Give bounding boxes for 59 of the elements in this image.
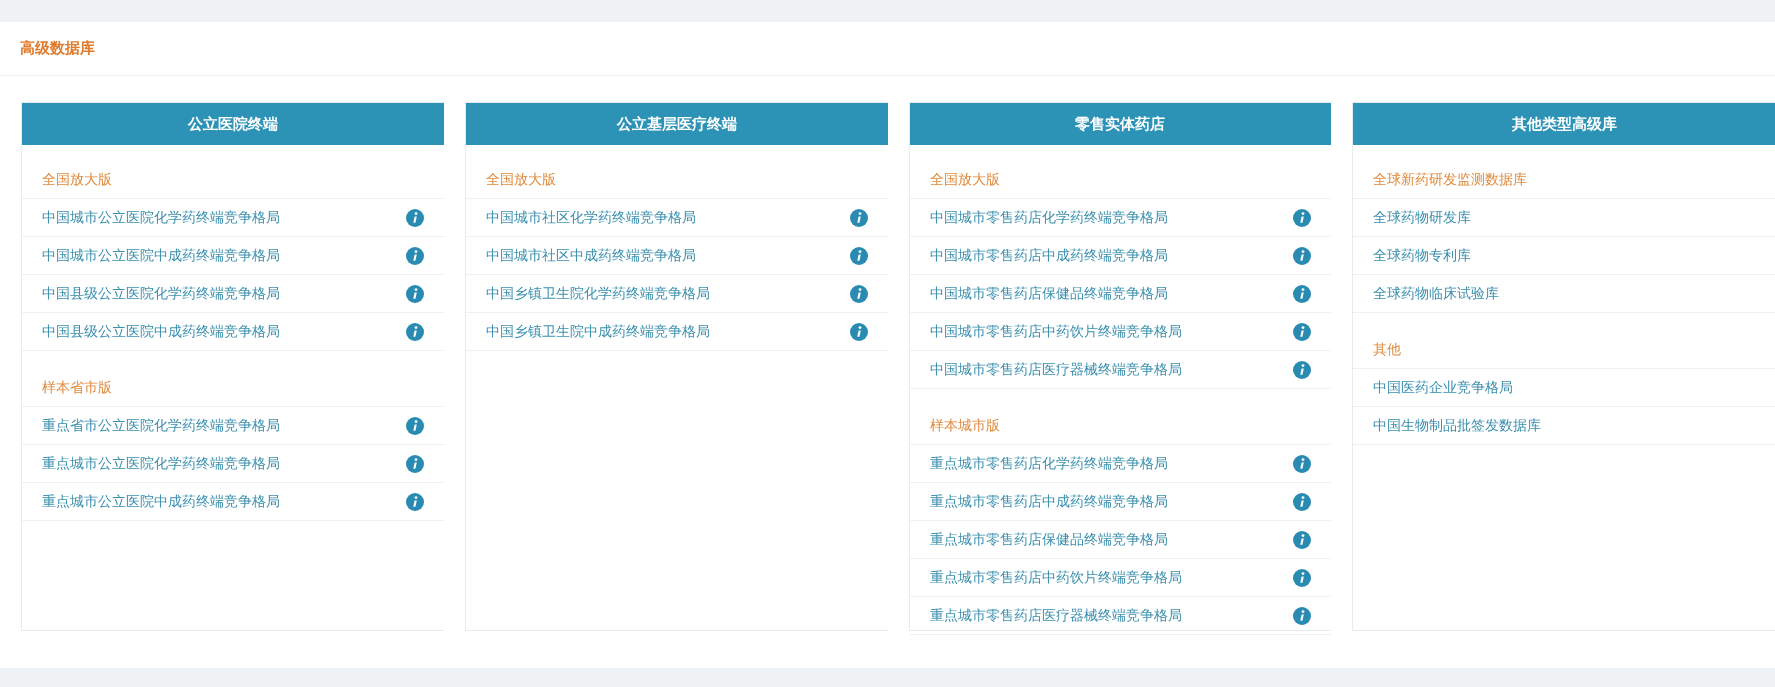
database-link[interactable]: 重点城市公立医院中成药终端竞争格局 bbox=[42, 491, 280, 512]
database-link[interactable]: 重点城市零售药店中成药终端竞争格局 bbox=[929, 491, 1168, 512]
database-link[interactable]: 中国城市社区中成药终端竞争格局 bbox=[485, 245, 696, 266]
info-icon[interactable] bbox=[1293, 322, 1312, 341]
database-link[interactable]: 中国城市零售药店化学药终端竞争格局 bbox=[929, 207, 1168, 228]
section-heading: 全国放大版 bbox=[42, 170, 112, 189]
database-link[interactable]: 中国城市公立医院中成药终端竞争格局 bbox=[42, 245, 280, 266]
database-link[interactable]: 中国乡镇卫生院中成药终端竞争格局 bbox=[485, 321, 710, 342]
database-link[interactable]: 中国城市社区化学药终端竞争格局 bbox=[485, 207, 696, 228]
section-heading: 样本省市版 bbox=[42, 378, 112, 397]
info-icon[interactable] bbox=[849, 208, 868, 227]
database-link[interactable]: 中国城市零售药店保健品终端竞争格局 bbox=[929, 283, 1168, 304]
info-icon[interactable] bbox=[405, 284, 424, 303]
info-icon[interactable] bbox=[405, 454, 424, 473]
info-icon[interactable] bbox=[405, 208, 424, 227]
section-heading: 样本城市版 bbox=[929, 416, 1000, 435]
info-icon[interactable] bbox=[1293, 454, 1312, 473]
category-header: 其他类型高级库 bbox=[1353, 103, 1775, 145]
info-icon[interactable] bbox=[1293, 568, 1312, 587]
database-link[interactable]: 中国生物制品批签发数据库 bbox=[1373, 415, 1542, 436]
info-icon[interactable] bbox=[1293, 360, 1312, 379]
info-icon[interactable] bbox=[1293, 284, 1312, 303]
category-header: 公立医院终端 bbox=[22, 103, 444, 145]
info-icon[interactable] bbox=[405, 246, 424, 265]
info-icon[interactable] bbox=[849, 322, 868, 341]
database-link[interactable]: 中国县级公立医院化学药终端竞争格局 bbox=[42, 283, 280, 304]
info-icon[interactable] bbox=[1293, 208, 1312, 227]
section-heading: 全球新药研发监测数据库 bbox=[1373, 170, 1528, 189]
section-heading: 其他 bbox=[1373, 340, 1402, 359]
category-header: 零售实体药店 bbox=[909, 103, 1332, 145]
panel-title: 高级数据库 bbox=[20, 38, 95, 59]
database-link[interactable]: 重点城市零售药店中药饮片终端竞争格局 bbox=[929, 567, 1182, 588]
info-icon[interactable] bbox=[1293, 246, 1312, 265]
info-icon[interactable] bbox=[1293, 606, 1312, 625]
database-link[interactable]: 重点城市零售药店保健品终端竞争格局 bbox=[929, 529, 1168, 550]
database-link[interactable]: 中国城市零售药店中药饮片终端竞争格局 bbox=[929, 321, 1182, 342]
section-heading: 全国放大版 bbox=[485, 170, 556, 189]
info-icon[interactable] bbox=[405, 416, 424, 435]
database-link[interactable]: 全球药物临床试验库 bbox=[1373, 283, 1500, 304]
database-link[interactable]: 重点城市公立医院化学药终端竞争格局 bbox=[42, 453, 280, 474]
info-icon[interactable] bbox=[405, 492, 424, 511]
database-link[interactable]: 重点城市零售药店医疗器械终端竞争格局 bbox=[929, 605, 1182, 626]
database-link[interactable]: 全球药物专利库 bbox=[1373, 245, 1472, 266]
database-link[interactable]: 中国乡镇卫生院化学药终端竞争格局 bbox=[485, 283, 710, 304]
database-link[interactable]: 全球药物研发库 bbox=[1373, 207, 1472, 228]
info-icon[interactable] bbox=[1293, 492, 1312, 511]
database-link[interactable]: 中国城市零售药店医疗器械终端竞争格局 bbox=[929, 359, 1182, 380]
info-icon[interactable] bbox=[405, 322, 424, 341]
info-icon[interactable] bbox=[849, 284, 868, 303]
database-link[interactable]: 中国县级公立医院中成药终端竞争格局 bbox=[42, 321, 280, 342]
database-link[interactable]: 中国医药企业竞争格局 bbox=[1373, 377, 1514, 398]
category-header: 公立基层医疗终端 bbox=[465, 103, 888, 145]
section-heading: 全国放大版 bbox=[929, 170, 1000, 189]
database-link[interactable]: 中国城市零售药店中成药终端竞争格局 bbox=[929, 245, 1168, 266]
info-icon[interactable] bbox=[849, 246, 868, 265]
database-link[interactable]: 重点城市零售药店化学药终端竞争格局 bbox=[929, 453, 1168, 474]
info-icon[interactable] bbox=[1293, 530, 1312, 549]
database-link[interactable]: 重点省市公立医院化学药终端竞争格局 bbox=[42, 415, 280, 436]
database-link[interactable]: 中国城市公立医院化学药终端竞争格局 bbox=[42, 207, 280, 228]
